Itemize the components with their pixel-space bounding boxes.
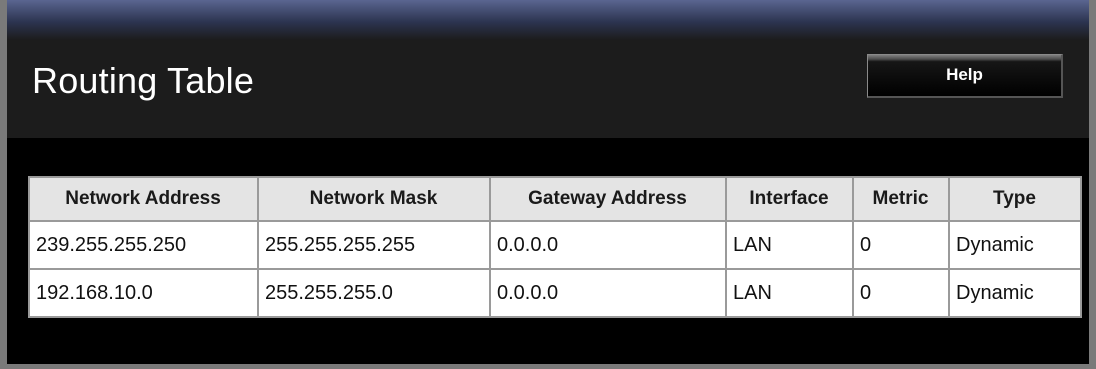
- cell-network-mask: 255.255.255.0: [257, 268, 491, 318]
- column-header-network-mask: Network Mask: [257, 176, 491, 222]
- page-header: Routing Table Help: [7, 40, 1089, 138]
- table-row: 239.255.255.250 255.255.255.255 0.0.0.0 …: [28, 220, 1082, 270]
- cell-metric: 0: [852, 220, 950, 270]
- cell-interface: LAN: [725, 268, 854, 318]
- cell-type: Dynamic: [948, 268, 1082, 318]
- help-button[interactable]: Help: [867, 54, 1063, 98]
- cell-network-mask: 255.255.255.255: [257, 220, 491, 270]
- cell-network-address: 239.255.255.250: [28, 220, 259, 270]
- cell-gateway-address: 0.0.0.0: [489, 220, 727, 270]
- cell-type: Dynamic: [948, 220, 1082, 270]
- table-header-row: Network Address Network Mask Gateway Add…: [28, 176, 1082, 222]
- cell-network-address: 192.168.10.0: [28, 268, 259, 318]
- cell-interface: LAN: [725, 220, 854, 270]
- page-title: Routing Table: [32, 60, 255, 101]
- column-header-type: Type: [948, 176, 1082, 222]
- cell-gateway-address: 0.0.0.0: [489, 268, 727, 318]
- column-header-interface: Interface: [725, 176, 854, 222]
- column-header-metric: Metric: [852, 176, 950, 222]
- column-header-gateway-address: Gateway Address: [489, 176, 727, 222]
- cell-metric: 0: [852, 268, 950, 318]
- column-header-network-address: Network Address: [28, 176, 259, 222]
- table-row: 192.168.10.0 255.255.255.0 0.0.0.0 LAN 0…: [28, 268, 1082, 318]
- routing-table: Network Address Network Mask Gateway Add…: [28, 176, 1082, 318]
- routing-table-panel: Routing Table Help Network Address Netwo…: [0, 0, 1096, 369]
- window-top-bar: [7, 0, 1089, 40]
- routing-table-container: Network Address Network Mask Gateway Add…: [28, 176, 1082, 318]
